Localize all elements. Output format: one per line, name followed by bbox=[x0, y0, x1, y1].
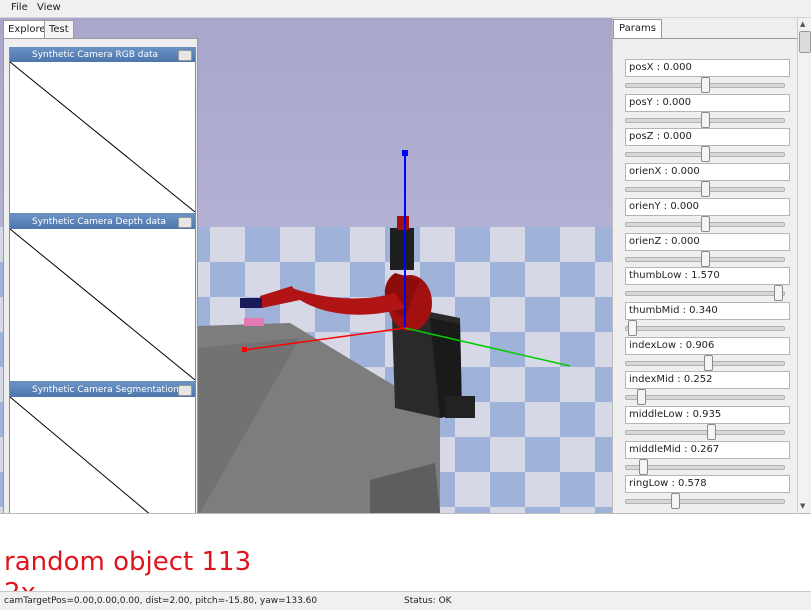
scroll-up-arrow-icon[interactable]: ▲ bbox=[800, 20, 805, 28]
param-label: indexLow : 0.906 bbox=[625, 336, 790, 355]
rgb-camera-restore-button[interactable] bbox=[178, 50, 192, 61]
param-slider-handle[interactable] bbox=[638, 458, 648, 475]
param-slider-handle[interactable] bbox=[628, 319, 638, 336]
depth-camera-restore-button[interactable] bbox=[178, 217, 192, 228]
axis-z-marker bbox=[402, 150, 408, 156]
status-bar: camTargetPos=0.00,0.00,0.00, dist=2.00, … bbox=[0, 591, 811, 610]
param-label: middleLow : 0.935 bbox=[625, 406, 790, 424]
param-slider-track[interactable] bbox=[625, 464, 785, 470]
param-label: thumbLow : 1.570 bbox=[625, 267, 790, 286]
robot-head bbox=[390, 228, 414, 270]
segmentation-camera-title: Synthetic Camera Segmentation Mask bbox=[10, 383, 195, 409]
status-text: Status: OK bbox=[404, 596, 452, 606]
segmentation-camera-restore-button[interactable] bbox=[178, 385, 192, 396]
param-label: orienX : 0.000 bbox=[625, 163, 790, 182]
param-slider-handle[interactable] bbox=[701, 77, 710, 93]
param-slider-handle[interactable] bbox=[670, 493, 680, 510]
param-row: middleLow : 0.935 bbox=[625, 406, 790, 440]
camera-info-text: camTargetPos=0.00,0.00,0.00, dist=2.00, … bbox=[4, 596, 318, 606]
param-slider-track[interactable] bbox=[625, 325, 785, 331]
gripper-object bbox=[244, 318, 264, 326]
depth-camera-window[interactable]: Synthetic Camera Depth data bbox=[9, 214, 196, 382]
tab-test[interactable]: Test bbox=[44, 20, 74, 39]
param-row: thumbMid : 0.340 bbox=[625, 301, 790, 336]
depth-camera-image bbox=[10, 229, 195, 380]
param-row: thumbLow : 1.570 bbox=[625, 267, 790, 302]
param-row: indexMid : 0.252 bbox=[625, 371, 790, 406]
param-label: ringLow : 0.578 bbox=[625, 475, 790, 494]
param-row: indexLow : 0.906 bbox=[625, 336, 790, 371]
menu-bar: File View bbox=[0, 0, 811, 18]
param-slider-track[interactable] bbox=[625, 430, 785, 435]
rgb-camera-image bbox=[10, 62, 195, 212]
rgb-camera-window[interactable]: Synthetic Camera RGB data bbox=[9, 47, 196, 214]
param-row: posZ : 0.000 bbox=[625, 128, 790, 163]
params-list: posX : 0.000 posY : 0.000 posZ : 0.000 orie… bbox=[613, 38, 797, 514]
menu-file[interactable]: File bbox=[11, 2, 28, 13]
params-scrollbar[interactable]: ▲ ▼ bbox=[797, 18, 811, 513]
overlay-object-label: random object 113 bbox=[4, 547, 252, 577]
explorer-frame: Synthetic Camera RGB data Synthetic Came… bbox=[3, 38, 198, 556]
rgb-camera-title: Synthetic Camera RGB data bbox=[10, 48, 195, 62]
robot-wheels bbox=[445, 396, 475, 418]
param-slider-handle[interactable] bbox=[637, 389, 647, 406]
params-panel: Params posX : 0.000 posY : 0.000 posZ : 0.… bbox=[612, 18, 797, 513]
scroll-down-arrow-icon[interactable]: ▼ bbox=[800, 502, 805, 510]
param-row: ringLow : 0.578 bbox=[625, 475, 790, 510]
param-label: orienY : 0.000 bbox=[625, 197, 790, 216]
param-row: orienX : 0.000 bbox=[625, 163, 790, 198]
param-slider-handle[interactable] bbox=[701, 250, 710, 267]
param-row: orienZ : 0.000 bbox=[625, 232, 790, 267]
param-label: posX : 0.000 bbox=[625, 59, 790, 77]
axis-x-marker bbox=[242, 347, 247, 352]
menu-view[interactable]: View bbox=[37, 2, 61, 13]
robot-gripper bbox=[240, 298, 262, 308]
param-slider-handle[interactable] bbox=[701, 146, 710, 163]
param-row: orienY : 0.000 bbox=[625, 197, 790, 232]
param-row: posX : 0.000 bbox=[625, 59, 790, 93]
param-label: indexMid : 0.252 bbox=[625, 371, 790, 390]
param-row: middleMid : 0.267 bbox=[625, 440, 790, 475]
tab-params[interactable]: Params bbox=[613, 19, 662, 38]
param-slider-handle[interactable] bbox=[701, 181, 710, 198]
param-label: orienZ : 0.000 bbox=[625, 232, 790, 251]
param-slider-track[interactable] bbox=[625, 499, 785, 505]
param-slider-handle[interactable] bbox=[773, 285, 783, 302]
param-slider-handle[interactable] bbox=[701, 111, 710, 128]
param-slider-handle[interactable] bbox=[701, 215, 710, 232]
param-slider-track[interactable] bbox=[625, 291, 785, 297]
param-label: posY : 0.000 bbox=[625, 93, 790, 112]
param-label: middleMid : 0.267 bbox=[625, 440, 790, 459]
param-slider-handle[interactable] bbox=[704, 354, 714, 371]
param-label: posZ : 0.000 bbox=[625, 128, 790, 147]
scroll-thumb[interactable] bbox=[799, 31, 811, 53]
robot-head-top bbox=[397, 216, 409, 230]
depth-camera-title: Synthetic Camera Depth data bbox=[10, 215, 195, 229]
explorer-panel: Explorer Test Synthetic Camera RGB data … bbox=[3, 20, 198, 556]
param-row: posY : 0.000 bbox=[625, 93, 790, 128]
param-slider-handle[interactable] bbox=[707, 424, 717, 440]
param-label: thumbMid : 0.340 bbox=[625, 301, 790, 320]
param-slider-track[interactable] bbox=[625, 395, 785, 401]
